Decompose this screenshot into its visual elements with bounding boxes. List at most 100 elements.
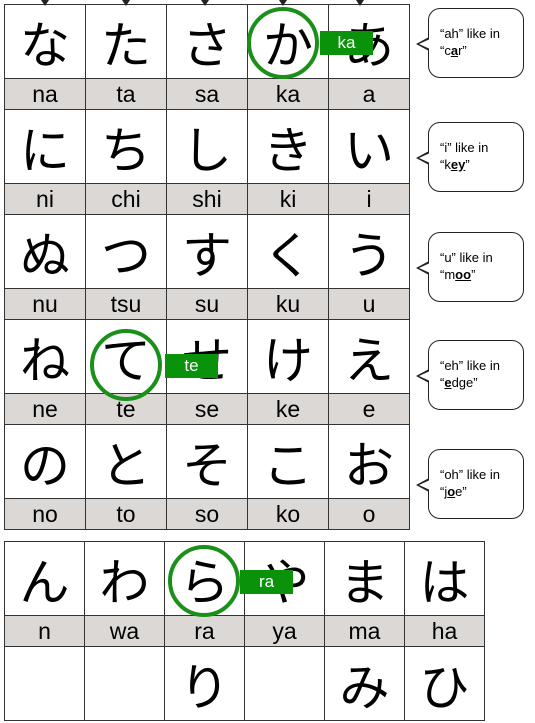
kana-cell: に: [4, 109, 86, 184]
romaji-row: n wa ra ya ma ha: [4, 615, 485, 647]
kana-row: ぬつすくう: [4, 214, 410, 289]
kana-cell: わ: [84, 541, 165, 616]
romaji-cell: ra: [164, 615, 245, 647]
highlight-tag-ra: ra: [240, 570, 293, 594]
highlight-circle-ka: [247, 7, 319, 79]
hint-open: “c: [440, 43, 451, 58]
kana-cell: た: [85, 4, 167, 79]
kana-cell: は: [404, 541, 485, 616]
kana-cell: お: [328, 424, 410, 499]
kana-cell: え: [328, 319, 410, 394]
romaji-cell: na: [4, 78, 86, 110]
highlight-circle-ra: [168, 545, 240, 617]
kana-cell: け: [247, 319, 329, 394]
romaji-row: na ta sa ka a: [4, 78, 410, 110]
hint-line: “u” like in: [440, 250, 493, 265]
romaji-cell: chi: [85, 183, 167, 215]
kana-cell: [244, 646, 325, 721]
kana-cell: う: [328, 214, 410, 289]
kana-row: にちしきい: [4, 109, 410, 184]
romaji-cell: sa: [166, 78, 248, 110]
romaji-cell: wa: [84, 615, 165, 647]
kana-cell: き: [247, 109, 329, 184]
romaji-cell: u: [328, 288, 410, 320]
hint-line: “oh” like in: [440, 467, 500, 482]
arrow-down-icon: [201, 0, 209, 6]
hint-emphasis: o: [447, 484, 456, 499]
vowel-hint-bubble: “u” like in “moo”: [416, 232, 524, 302]
highlight-tag-te: te: [165, 354, 218, 378]
romaji-cell: a: [328, 78, 410, 110]
romaji-cell: no: [4, 498, 86, 530]
kana-cell: み: [324, 646, 405, 721]
hint-emphasis: ey: [450, 157, 466, 172]
hint-open: “m: [440, 267, 456, 282]
romaji-cell: ko: [247, 498, 329, 530]
romaji-cell: ta: [85, 78, 167, 110]
hint-rest: ”: [471, 267, 476, 282]
vowel-hint-bubble: “oh” like in “joe”: [416, 449, 524, 519]
romaji-cell: tsu: [85, 288, 167, 320]
romaji-cell: ni: [4, 183, 86, 215]
hint-line: “i” like in: [440, 140, 489, 155]
romaji-cell: so: [166, 498, 248, 530]
kana-cell: い: [328, 109, 410, 184]
hiragana-table-bottom: んわらやまはnwarayamahaりみひ: [4, 541, 485, 721]
romaji-cell: ka: [247, 78, 329, 110]
hint-rest: e”: [455, 484, 467, 499]
kana-cell: ち: [85, 109, 167, 184]
hint-rest: dge”: [451, 375, 478, 390]
kana-cell: そ: [166, 424, 248, 499]
kana-cell: さ: [166, 4, 248, 79]
hiragana-table-top: なたさかあnatasakaaにちしきいnichishikiiぬつすくうnutsu…: [4, 4, 410, 530]
vowel-hint-bubble: “eh” like in “edge”: [416, 340, 524, 410]
kana-cell: [4, 646, 85, 721]
kana-cell: し: [166, 109, 248, 184]
hint-emphasis: a: [450, 43, 459, 58]
kana-cell: り: [164, 646, 245, 721]
kana-cell: と: [85, 424, 167, 499]
vowel-hint-bubble: “ah” like in “car”: [416, 8, 524, 78]
hint-line: “ah” like in: [440, 26, 500, 41]
arrow-down-icon: [279, 0, 287, 6]
romaji-row: ne te se ke e: [4, 393, 410, 425]
kana-cell: [84, 646, 165, 721]
arrow-down-icon: [122, 0, 130, 6]
highlight-tag-ka: ka: [320, 31, 373, 55]
kana-cell: ひ: [404, 646, 485, 721]
romaji-cell: nu: [4, 288, 86, 320]
romaji-cell: shi: [166, 183, 248, 215]
kana-cell: ま: [324, 541, 405, 616]
hint-line: “eh” like in: [440, 358, 500, 373]
romaji-cell: e: [328, 393, 410, 425]
romaji-cell: ma: [324, 615, 405, 647]
kana-cell: く: [247, 214, 329, 289]
romaji-cell: n: [4, 615, 85, 647]
hint-open: “k: [440, 157, 451, 172]
romaji-row: no to so ko o: [4, 498, 410, 530]
kana-cell: ね: [4, 319, 86, 394]
kana-cell: な: [4, 4, 86, 79]
romaji-cell: ya: [244, 615, 325, 647]
kana-cell: ん: [4, 541, 85, 616]
romaji-cell: ke: [247, 393, 329, 425]
kana-cell: こ: [247, 424, 329, 499]
arrow-down-icon: [41, 0, 49, 6]
romaji-cell: i: [328, 183, 410, 215]
romaji-row: ni chi shi ki i: [4, 183, 410, 215]
kana-cell: ぬ: [4, 214, 86, 289]
hint-rest: ”: [465, 157, 470, 172]
romaji-cell: to: [85, 498, 167, 530]
hint-emphasis: oo: [455, 267, 472, 282]
kana-row: り みひ: [4, 646, 485, 721]
highlight-circle-te: [90, 329, 162, 401]
hint-rest: r”: [458, 43, 467, 58]
romaji-cell: ku: [247, 288, 329, 320]
romaji-cell: o: [328, 498, 410, 530]
romaji-cell: su: [166, 288, 248, 320]
kana-cell: の: [4, 424, 86, 499]
romaji-cell: ha: [404, 615, 485, 647]
kana-cell: す: [166, 214, 248, 289]
romaji-cell: se: [166, 393, 248, 425]
vowel-hint-bubble: “i” like in “key”: [416, 122, 524, 192]
